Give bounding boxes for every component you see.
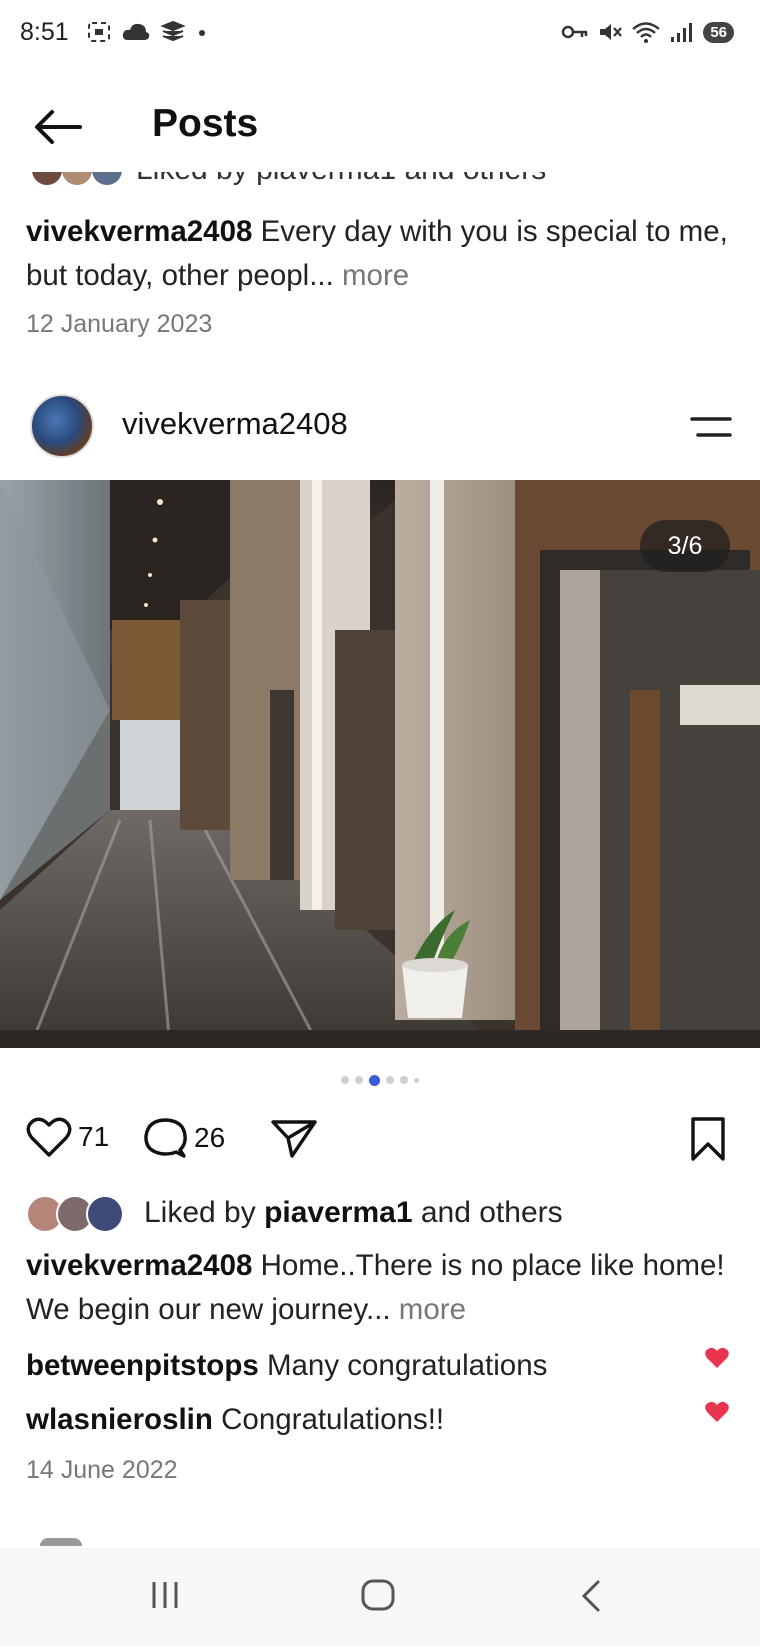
comment-button[interactable]: 26 [142, 1116, 225, 1160]
avatar [32, 171, 62, 185]
liked-by-text: Liked by piaverma1 and others [144, 1196, 563, 1230]
home-icon [361, 1579, 395, 1611]
comment-like-button[interactable] [704, 1400, 730, 1424]
like-button[interactable]: 71 [26, 1116, 109, 1158]
comments-count: 26 [194, 1122, 226, 1153]
key-icon [562, 25, 588, 39]
status-time: 8:51 [20, 18, 69, 46]
status-right-icons: 56 [561, 20, 734, 44]
save-button[interactable] [688, 1116, 728, 1167]
liked-by-suffix: and others [412, 1196, 563, 1229]
comment-username[interactable]: wlasnieroslin [26, 1403, 213, 1436]
post-image-carousel[interactable]: 3/6 [0, 480, 760, 1048]
previous-post-caption: vivekverma2408 Every day with you is spe… [26, 210, 738, 298]
carousel-dot [386, 1076, 394, 1084]
previous-post-date: 12 January 2023 [26, 310, 213, 338]
avatar[interactable] [30, 394, 94, 458]
screenshot-icon [88, 22, 110, 42]
top-app-bar: Posts [0, 82, 760, 172]
carousel-dot [414, 1077, 419, 1083]
menu-lines-icon [690, 417, 732, 437]
avatar [62, 171, 92, 185]
caption-username[interactable]: vivekverma2408 [26, 215, 252, 248]
post-header: vivekverma2408 [0, 380, 760, 470]
recent-apps-icon [152, 1582, 178, 1608]
post-caption: vivekverma2408 Home..There is no place l… [26, 1244, 746, 1332]
post-username[interactable]: vivekverma2408 [122, 406, 348, 442]
battery-badge: 56 [703, 21, 734, 43]
carousel-indicator [0, 1073, 760, 1087]
image-counter: 3/6 [640, 520, 730, 572]
comment-item: betweenpitstops Many congratulations [26, 1344, 726, 1388]
post-actions: 71 26 [0, 1110, 760, 1170]
system-navigation-bar [0, 1548, 760, 1646]
signal-icon [671, 23, 693, 42]
more-link[interactable]: more [391, 1293, 466, 1326]
avatar [92, 171, 122, 185]
comment-like-button[interactable] [704, 1346, 730, 1370]
liked-by-prefix: Liked by [144, 1196, 265, 1229]
status-bar: 8:51 56 [0, 0, 760, 72]
previous-post: Liked by piaverma1 and others vivekverma… [0, 165, 760, 365]
back-button[interactable] [30, 106, 86, 148]
more-link[interactable]: more [334, 259, 409, 292]
liked-by-avatars [26, 1193, 130, 1233]
stack-icon [160, 20, 186, 42]
heart-icon [26, 1117, 72, 1157]
likes-count: 71 [78, 1121, 110, 1152]
share-button[interactable] [270, 1116, 318, 1160]
chevron-left-icon [581, 1580, 600, 1612]
comment-item: wlasnieroslin Congratulations!! [26, 1398, 726, 1442]
dot-icon [199, 30, 205, 36]
send-icon [271, 1120, 317, 1158]
back-nav-button[interactable] [578, 1578, 604, 1619]
next-post-avatar-peek [40, 1538, 82, 1546]
comment-username[interactable]: betweenpitstops [26, 1349, 259, 1382]
comment-text: Many congratulations [258, 1349, 548, 1382]
status-left-icons [86, 20, 208, 44]
mute-icon [600, 24, 623, 40]
carousel-dot [341, 1076, 349, 1084]
previous-post-likes-text: Liked by piaverma1 and others [136, 171, 546, 185]
liked-by-username[interactable]: piaverma1 [264, 1196, 412, 1229]
carousel-dot [355, 1076, 363, 1084]
home-button[interactable] [360, 1578, 396, 1617]
post-photo-corridor [0, 480, 760, 1048]
bookmark-icon [691, 1117, 725, 1161]
liked-by-row[interactable]: Liked by piaverma1 and others [26, 1190, 746, 1236]
carousel-dot-active [369, 1074, 380, 1086]
recent-apps-button[interactable] [148, 1578, 182, 1617]
post-options-button[interactable] [688, 410, 734, 444]
heart-filled-icon [705, 1347, 729, 1368]
comment-bubble-icon [144, 1118, 187, 1158]
previous-post-likes: Liked by piaverma1 and others [26, 171, 646, 185]
caption-username[interactable]: vivekverma2408 [26, 1249, 252, 1282]
avatar [86, 1195, 124, 1233]
heart-filled-icon [705, 1401, 729, 1422]
wifi-icon [632, 22, 661, 43]
comment-text: Congratulations!! [212, 1403, 445, 1436]
arrow-left-icon [35, 110, 82, 144]
cloud-icon [122, 23, 150, 40]
post-date: 14 June 2022 [26, 1456, 178, 1484]
page-title: Posts [152, 102, 259, 145]
carousel-dot [400, 1076, 408, 1084]
